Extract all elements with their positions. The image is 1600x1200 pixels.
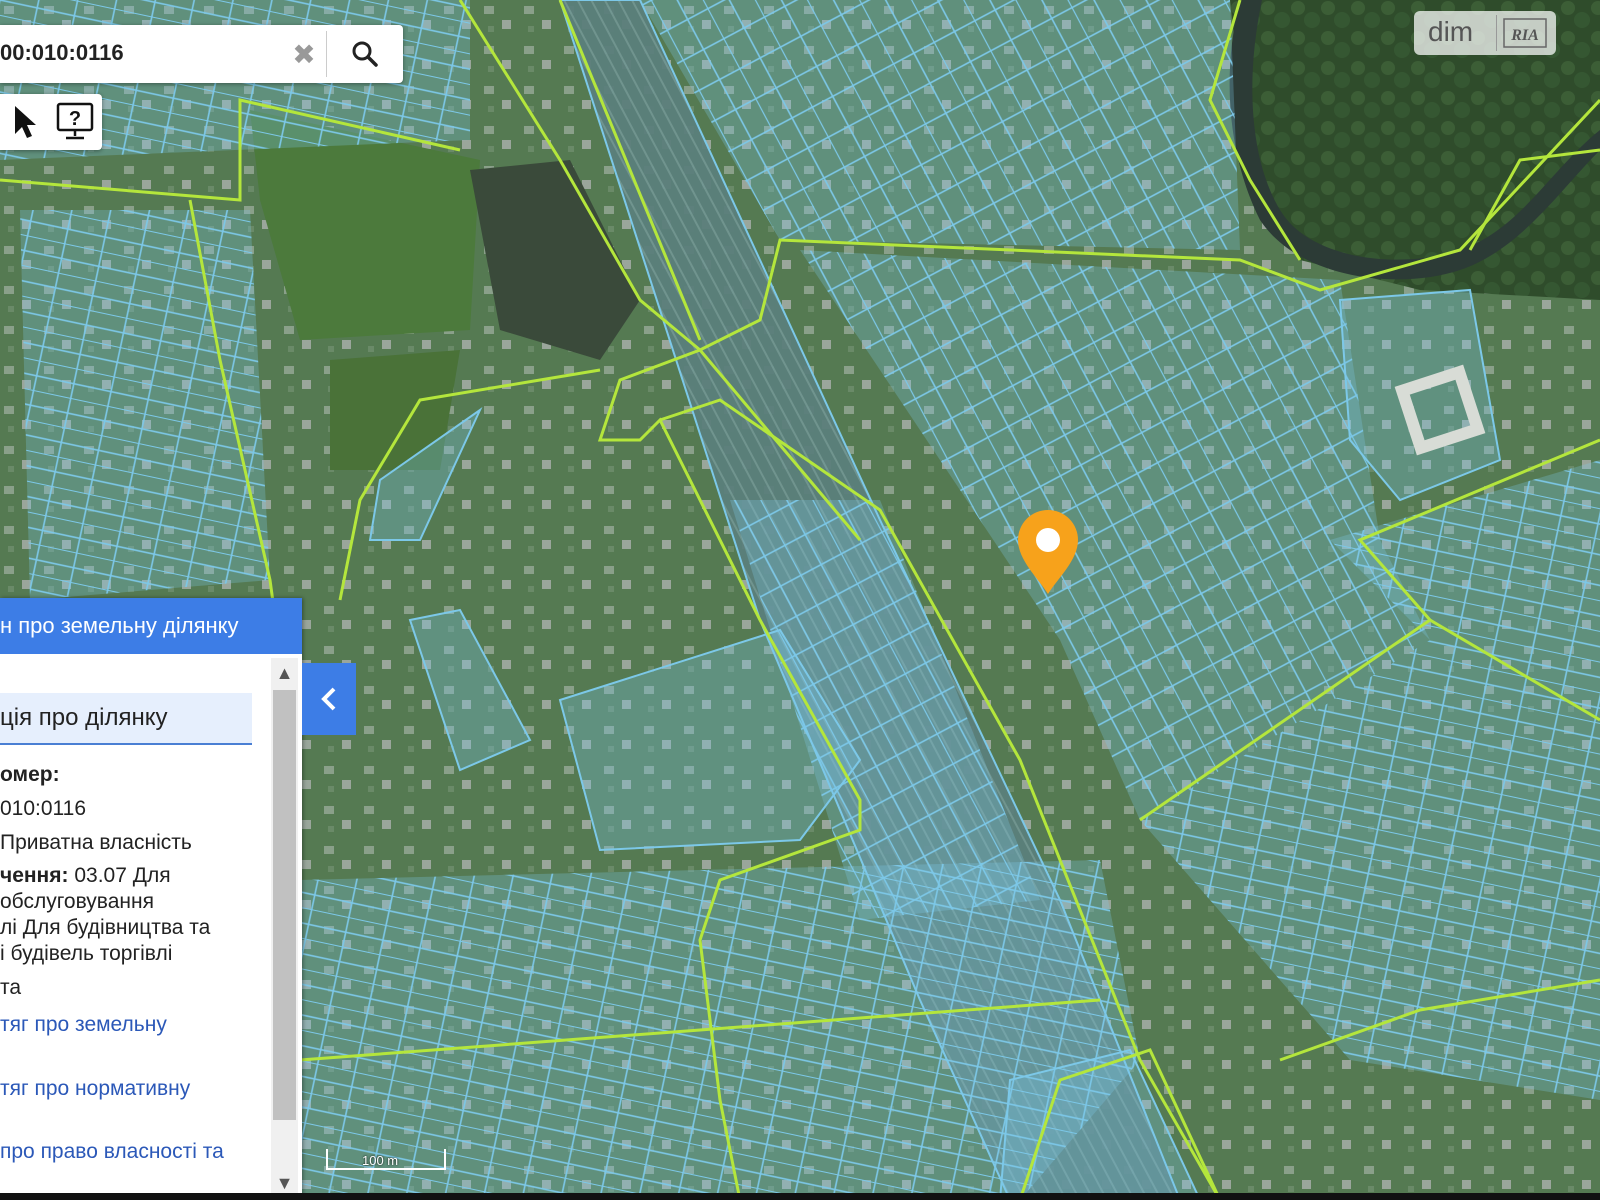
section-title: ція про ділянку [0,704,168,731]
panel-title: н про земельну ділянку [0,613,239,638]
extract-land-parcel-link[interactable]: тяг про земельну [0,1013,268,1037]
search-button[interactable] [330,31,400,77]
purpose-label: чення: [0,864,69,887]
pointer-tool-button[interactable] [2,98,48,146]
collapse-panel-button[interactable] [302,663,356,735]
purpose-line-5: та [0,976,22,999]
cadastral-number-label: омер: [0,763,60,786]
ria-logo-icon: RIA [1503,18,1547,48]
svg-text:RIA: RIA [1510,27,1539,44]
purpose-value-1: 03.07 Для [74,864,171,887]
extract-normative-link[interactable]: тяг про нормативну [0,1077,268,1101]
ownership-type: Приватна власність [0,831,192,854]
parcel-cluster-nw [20,210,270,600]
help-monitor-icon: ? [56,102,94,140]
scale-bar: 100 m [326,1149,446,1173]
purpose-line-1: чення: 03.07 Для [0,864,268,888]
search-box: ✖ [0,25,403,83]
arrow-pointer-icon [15,106,36,138]
scale-label: 100 m [362,1153,399,1168]
clear-search-button[interactable]: ✖ [282,31,327,77]
panel-header: н про земельну ділянку [0,598,302,654]
ownership-rights-link[interactable]: про право власності та [0,1140,268,1164]
watermark-divider [1496,15,1497,51]
watermark-text: dim [1428,16,1474,47]
purpose-line-2: обслуговування [0,890,154,913]
section-parcel-info[interactable]: ція про ділянку [0,693,252,745]
map-toolbar: ? [0,94,102,150]
watermark-logo: dim RIA [1414,11,1556,55]
info-tool-button[interactable]: ? [52,98,98,146]
search-icon [352,41,378,67]
scroll-up-arrow[interactable]: ▲ [271,658,298,688]
bottom-edge [0,1193,1600,1200]
purpose-line-4: і будівель торгівлі [0,942,173,965]
svg-text:?: ? [69,108,81,130]
scrollbar-thumb[interactable] [273,690,296,1120]
chevron-left-icon [321,687,336,711]
purpose-line-3: лі Для будівництва та [0,916,211,939]
search-input[interactable] [0,35,280,71]
cadastral-number-value: 010:0116 [0,797,87,820]
close-icon: ✖ [292,38,316,70]
